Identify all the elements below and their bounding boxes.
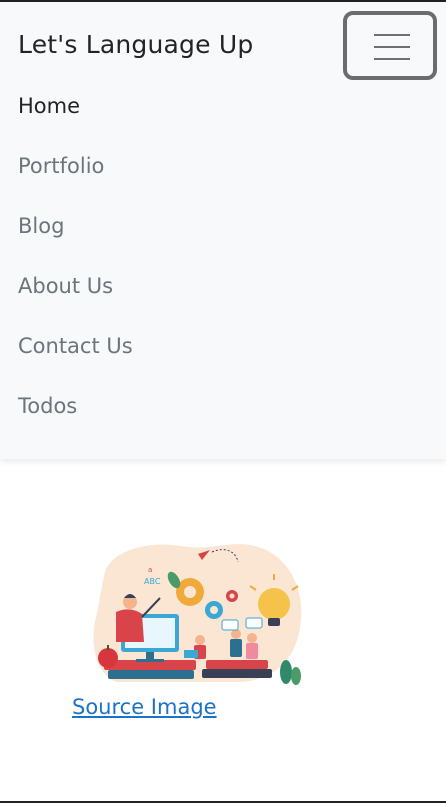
- svg-text:a: a: [148, 566, 152, 574]
- nav-item-todos[interactable]: Todos: [18, 394, 77, 418]
- nav-item-blog[interactable]: Blog: [18, 214, 64, 238]
- source-image-link[interactable]: Source Image: [72, 695, 217, 719]
- navbar-toggle-button[interactable]: [343, 11, 437, 80]
- hamburger-menu-icon: [374, 34, 410, 70]
- navbar: Let's Language Up Home Portfolio Blog Ab…: [0, 2, 446, 459]
- online-learning-illustration: ABC a: [93, 544, 302, 685]
- page-frame: Let's Language Up Home Portfolio Blog Ab…: [0, 0, 446, 803]
- nav-item-portfolio[interactable]: Portfolio: [18, 154, 104, 178]
- nav-item-contact-us[interactable]: Contact Us: [18, 334, 133, 358]
- nav-item-about-us[interactable]: About Us: [18, 274, 113, 298]
- navbar-brand[interactable]: Let's Language Up: [18, 30, 253, 59]
- svg-text:ABC: ABC: [144, 577, 161, 586]
- nav-item-home[interactable]: Home: [18, 94, 80, 118]
